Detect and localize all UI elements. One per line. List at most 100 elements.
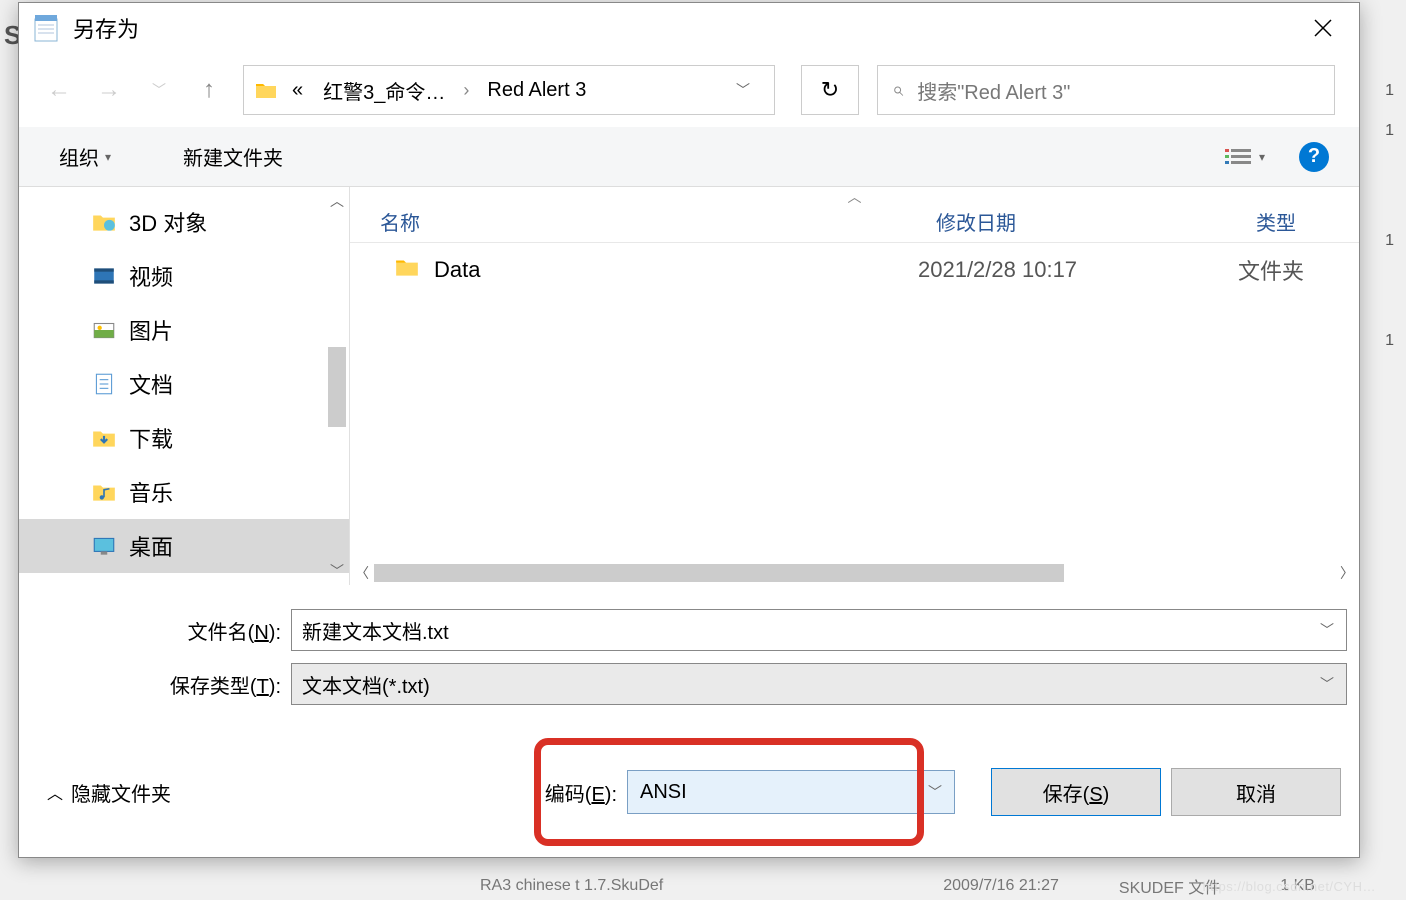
chevron-down-icon: ▾ xyxy=(1259,150,1265,164)
breadcrumb-segment[interactable]: 红警3_命令… xyxy=(317,72,451,109)
sidebar-item-downloads[interactable]: 下载 xyxy=(19,411,349,465)
sidebar-item-label: 桌面 xyxy=(129,530,173,562)
sidebar-item-3d-objects[interactable]: 3D 对象 xyxy=(19,195,349,249)
downloads-icon xyxy=(91,425,117,451)
pictures-icon xyxy=(91,317,117,343)
fields: 文件名(N): 新建文本文档.txt ﹀ 保存类型(T): 文本文档(*.txt… xyxy=(19,585,1359,727)
filetype-value: 文本文档(*.txt) xyxy=(302,670,430,699)
chevron-down-icon[interactable]: ﹀ xyxy=(928,782,942,802)
history-dropdown[interactable]: ﹀ xyxy=(143,74,175,106)
file-type: 文件夹 xyxy=(1238,254,1359,286)
encoding-select[interactable]: ANSI ﹀ xyxy=(627,770,955,814)
bottom-row: ︿ 隐藏文件夹 编码(E): ANSI ﹀ 保存(S) 取消 xyxy=(19,727,1359,857)
3d-objects-icon xyxy=(91,209,117,235)
bg-number: 1 xyxy=(1385,82,1394,100)
main-area: 3D 对象 视频 图片 文档 下载 xyxy=(19,187,1359,585)
file-date: 2021/2/28 10:17 xyxy=(918,257,1238,283)
sidebar-scrollbar[interactable]: ︿ ﹀ xyxy=(325,187,349,585)
save-button[interactable]: 保存(S) xyxy=(991,768,1161,816)
file-name: Data xyxy=(434,257,480,283)
scroll-thumb[interactable] xyxy=(374,564,1064,582)
sidebar-item-documents[interactable]: 文档 xyxy=(19,357,349,411)
chevron-right-icon[interactable]: › xyxy=(459,80,473,101)
filename-row: 文件名(N): 新建文本文档.txt ﹀ xyxy=(31,609,1347,651)
scroll-thumb[interactable] xyxy=(328,347,346,427)
scroll-down-icon[interactable]: ﹀ xyxy=(330,561,344,581)
search-input[interactable]: ⌕ 搜索"Red Alert 3" xyxy=(877,65,1335,115)
search-placeholder: 搜索"Red Alert 3" xyxy=(917,76,1070,105)
file-area: ︿ 名称 修改日期 类型 Data 2021/2/28 10:17 文件夹 〈 xyxy=(349,187,1359,585)
sidebar-tree: 3D 对象 视频 图片 文档 下载 xyxy=(19,187,349,581)
file-list[interactable]: Data 2021/2/28 10:17 文件夹 xyxy=(350,243,1359,561)
nav-row: ← → ﹀ ↑ « 红警3_命令… › Red Alert 3 ﹀ ↻ ⌕ 搜索… xyxy=(19,53,1359,127)
toolbar: 组织 ▾ 新建文件夹 ▾ ? xyxy=(19,127,1359,187)
filetype-select[interactable]: 文本文档(*.txt) ﹀ xyxy=(291,663,1347,705)
refresh-icon: ↻ xyxy=(821,77,839,103)
sidebar-item-desktop[interactable]: 桌面 xyxy=(19,519,349,573)
new-folder-button[interactable]: 新建文件夹 xyxy=(173,136,293,177)
sidebar-item-music[interactable]: 音乐 xyxy=(19,465,349,519)
bg-number: 1 xyxy=(1385,232,1394,250)
scroll-left-icon[interactable]: 〈 xyxy=(350,563,374,583)
organize-button[interactable]: 组织 ▾ xyxy=(49,136,121,177)
forward-button[interactable]: → xyxy=(93,74,125,106)
sidebar-item-label: 3D 对象 xyxy=(129,206,207,238)
breadcrumb-segment[interactable]: Red Alert 3 xyxy=(481,75,592,106)
view-icon xyxy=(1225,147,1251,167)
scroll-up-icon[interactable]: ︿ xyxy=(330,191,344,211)
encoding-value: ANSI xyxy=(640,781,687,804)
chevron-down-icon[interactable]: ﹀ xyxy=(1320,620,1334,640)
sidebar: 3D 对象 视频 图片 文档 下载 xyxy=(19,187,349,585)
filename-value: 新建文本文档.txt xyxy=(302,616,449,645)
file-row[interactable]: Data 2021/2/28 10:17 文件夹 xyxy=(350,243,1359,297)
sidebar-item-pictures[interactable]: 图片 xyxy=(19,303,349,357)
file-horizontal-scrollbar[interactable]: 〈 〉 xyxy=(350,561,1359,585)
up-button[interactable]: ↑ xyxy=(193,74,225,106)
watermark: https://blog.csdn.net/CYH… xyxy=(1203,879,1376,894)
column-name[interactable]: 名称 xyxy=(350,207,918,236)
sidebar-item-label: 音乐 xyxy=(129,476,173,508)
help-button[interactable]: ? xyxy=(1299,142,1329,172)
bg-file-row: RA3 chinese t 1.7.SkuDef 2009/7/16 21:27… xyxy=(0,872,1406,900)
column-date[interactable]: 修改日期 xyxy=(918,207,1238,236)
breadcrumb[interactable]: « 红警3_命令… › Red Alert 3 ﹀ xyxy=(243,65,775,115)
notepad-icon xyxy=(31,13,61,43)
chevron-down-icon[interactable]: ﹀ xyxy=(1320,674,1334,694)
filetype-label: 保存类型(T): xyxy=(31,670,291,699)
chevron-down-icon[interactable]: ﹀ xyxy=(722,80,764,100)
filetype-row: 保存类型(T): 文本文档(*.txt) ﹀ xyxy=(31,663,1347,705)
sidebar-item-videos[interactable]: 视频 xyxy=(19,249,349,303)
file-list-header: 名称 修改日期 类型 xyxy=(350,201,1359,243)
sidebar-item-label: 文档 xyxy=(129,368,173,400)
scroll-right-icon[interactable]: 〉 xyxy=(1335,563,1359,583)
view-options-button[interactable]: ▾ xyxy=(1217,143,1273,171)
videos-icon xyxy=(91,263,117,289)
sidebar-item-label: 图片 xyxy=(129,314,173,346)
filename-label: 文件名(N): xyxy=(31,616,291,645)
chevron-down-icon: ▾ xyxy=(105,150,111,164)
close-button[interactable] xyxy=(1299,8,1347,48)
folder-icon xyxy=(254,78,278,102)
filename-input[interactable]: 新建文本文档.txt ﹀ xyxy=(291,609,1347,651)
folder-icon xyxy=(394,254,420,286)
sidebar-item-label: 视频 xyxy=(129,260,173,292)
hide-folders-toggle[interactable]: ︿ 隐藏文件夹 xyxy=(47,778,171,807)
refresh-button[interactable]: ↻ xyxy=(801,65,859,115)
search-icon: ⌕ xyxy=(892,79,903,102)
sidebar-item-label: 下载 xyxy=(129,422,173,454)
documents-icon xyxy=(91,371,117,397)
encoding-label: 编码(E): xyxy=(545,778,627,807)
hide-folders-label: 隐藏文件夹 xyxy=(71,778,171,807)
column-type[interactable]: 类型 xyxy=(1238,207,1359,236)
cancel-button[interactable]: 取消 xyxy=(1171,768,1341,816)
chevron-up-icon: ︿ xyxy=(47,780,63,804)
breadcrumb-prefix: « xyxy=(286,75,309,106)
bg-number: 1 xyxy=(1385,122,1394,140)
titlebar: 另存为 xyxy=(19,3,1359,53)
organize-label: 组织 xyxy=(59,142,99,171)
sort-indicator: ︿ xyxy=(350,187,1359,201)
bg-number: 1 xyxy=(1385,332,1394,350)
save-as-dialog: 另存为 ← → ﹀ ↑ « 红警3_命令… › Red Alert 3 ﹀ ↻ xyxy=(18,2,1360,858)
back-button[interactable]: ← xyxy=(43,74,75,106)
desktop-icon xyxy=(91,533,117,559)
